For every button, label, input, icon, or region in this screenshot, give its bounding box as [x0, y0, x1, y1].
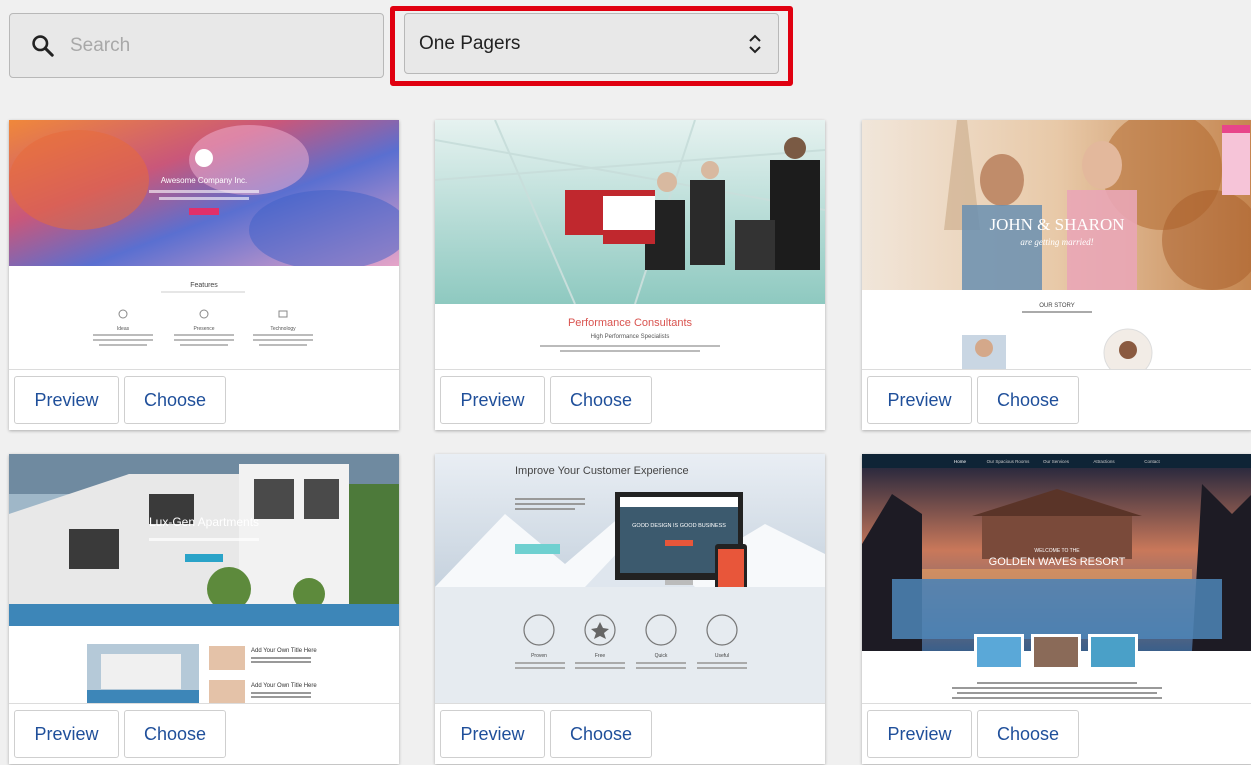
choose-button[interactable]: Choose [124, 376, 226, 424]
template-thumbnail[interactable]: JOHN & SHARON are getting married! OUR S… [862, 120, 1251, 369]
template-thumbnail[interactable]: Lux-Gen Apartments Add Your Own Title He… [9, 454, 399, 703]
template-card: Performance Consultants High Performance… [435, 120, 825, 430]
nav-item: Contact [1144, 459, 1160, 464]
preview-button[interactable]: Preview [867, 710, 972, 758]
search-box[interactable] [9, 13, 384, 78]
card-actions: Preview Choose [435, 703, 825, 764]
feature-label: Ideas [117, 326, 130, 332]
feature-label: Presence [193, 326, 214, 332]
card-actions: Preview Choose [9, 703, 399, 764]
search-icon [32, 34, 54, 57]
template-card: Awesome Company Inc. Features Ideas Pres… [9, 120, 399, 430]
screen-text: GOOD DESIGN IS GOOD BUSINESS [632, 523, 726, 529]
template-card: Home Our Spacious Rooms Our Services Att… [862, 454, 1251, 764]
feature-label: Useful [715, 653, 729, 659]
nav-item: Attractions [1093, 459, 1115, 464]
choose-button[interactable]: Choose [977, 376, 1079, 424]
card-actions: Preview Choose [9, 369, 399, 430]
template-title: Awesome Company Inc. [161, 176, 248, 185]
template-title: Improve Your Customer Experience [515, 465, 689, 477]
section-heading: Add Your Own Title Here [251, 648, 317, 654]
feature-label: Free [595, 653, 606, 659]
chevron-up-down-icon [749, 34, 761, 53]
template-title: Lux-Gen Apartments [149, 515, 259, 529]
category-select-value: One Pagers [419, 32, 521, 54]
template-card: Improve Your Customer Experience GOOD DE… [435, 454, 825, 764]
nav-item: Home [954, 459, 967, 464]
choose-button[interactable]: Choose [977, 710, 1079, 758]
template-thumbnail[interactable]: Performance Consultants High Performance… [435, 120, 825, 369]
search-input[interactable] [70, 34, 350, 57]
card-actions: Preview Choose [862, 703, 1251, 764]
preview-button[interactable]: Preview [867, 376, 972, 424]
section-heading: Features [190, 282, 218, 289]
template-thumbnail[interactable]: Home Our Spacious Rooms Our Services Att… [862, 454, 1251, 703]
preview-button[interactable]: Preview [14, 376, 119, 424]
nav-item: Our Services [1043, 459, 1070, 464]
choose-button[interactable]: Choose [124, 710, 226, 758]
nav-item: Our Spacious Rooms [987, 459, 1031, 464]
template-subtitle: WELCOME TO THE [1034, 548, 1080, 554]
template-thumbnail[interactable]: Improve Your Customer Experience GOOD DE… [435, 454, 825, 703]
template-card: Lux-Gen Apartments Add Your Own Title He… [9, 454, 399, 764]
template-title: JOHN & SHARON [989, 215, 1124, 234]
feature-label: Quick [655, 653, 668, 659]
card-actions: Preview Choose [435, 369, 825, 430]
feature-label: Proven [531, 653, 547, 659]
choose-button[interactable]: Choose [550, 710, 652, 758]
category-select[interactable]: One Pagers [404, 13, 779, 74]
template-thumbnail[interactable]: Awesome Company Inc. Features Ideas Pres… [9, 120, 399, 369]
section-heading: OUR STORY [1039, 303, 1074, 309]
preview-button[interactable]: Preview [14, 710, 119, 758]
template-title: GOLDEN WAVES RESORT [989, 556, 1126, 568]
preview-button[interactable]: Preview [440, 376, 545, 424]
template-title: Performance Consultants [568, 317, 693, 329]
section-heading: Add Your Own Title Here [251, 683, 317, 689]
template-subtitle: are getting married! [1020, 237, 1093, 247]
feature-label: Technology [270, 326, 296, 332]
choose-button[interactable]: Choose [550, 376, 652, 424]
template-card: JOHN & SHARON are getting married! OUR S… [862, 120, 1251, 430]
template-subtitle: High Performance Specialists [591, 334, 670, 340]
preview-button[interactable]: Preview [440, 710, 545, 758]
card-actions: Preview Choose [862, 369, 1251, 430]
